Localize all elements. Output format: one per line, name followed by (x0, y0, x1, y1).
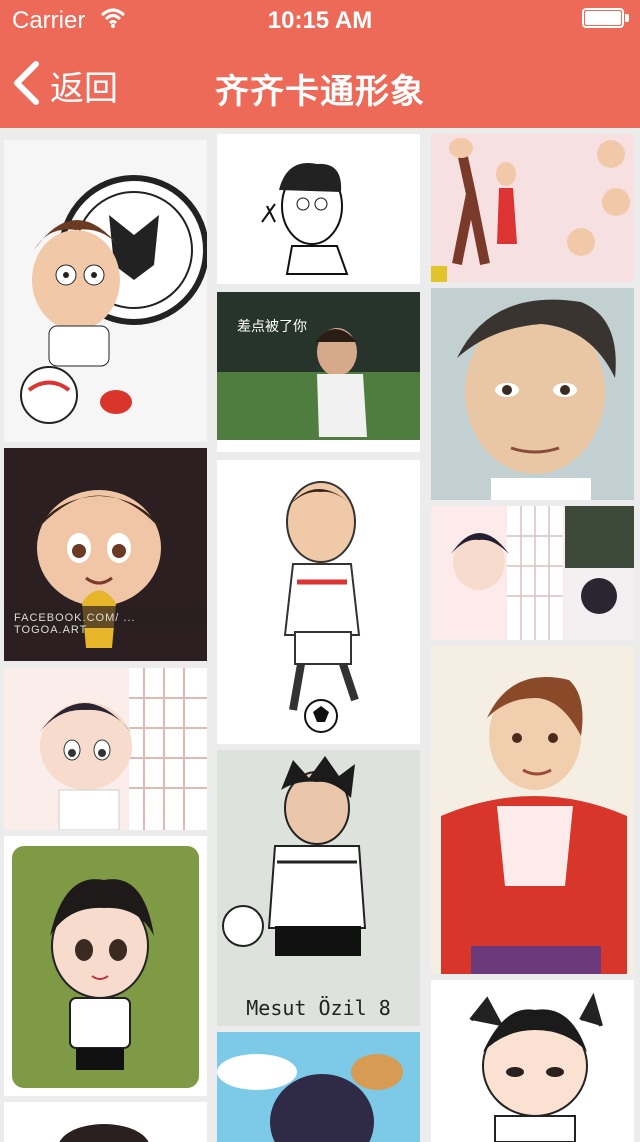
tile-overlay-text: 差点被了你 (237, 318, 307, 334)
image-tile[interactable]: FACEBOOK.COM/ ... TOGOA.ART (4, 448, 207, 661)
tile-caption: Mesut Özil 8 (246, 996, 391, 1020)
status-bar: Carrier 10:15 AM (0, 0, 640, 40)
battery-icon (582, 8, 630, 30)
image-tile[interactable]: Mesut Özil 8 (217, 750, 420, 1026)
image-tile[interactable] (431, 288, 634, 500)
image-tile[interactable] (217, 460, 420, 744)
navigation-bar: 返回 齐齐卡通形象 (0, 40, 640, 128)
image-tile[interactable] (431, 134, 634, 282)
image-tile[interactable] (4, 1102, 207, 1142)
image-tile[interactable] (217, 1032, 420, 1142)
image-tile[interactable] (431, 646, 634, 974)
tile-watermark: FACEBOOK.COM/ ... TOGOA.ART (14, 612, 136, 636)
image-tile[interactable] (4, 668, 207, 830)
page-title: 齐齐卡通形象 (215, 73, 425, 111)
clock: 10:15 AM (267, 7, 373, 34)
image-tile[interactable]: 差点被了你 (217, 292, 420, 452)
image-waterfall-grid: FACEBOOK.COM/ ... TOGOA.ART 差点被了你 Mesut … (0, 128, 640, 1142)
app-header: Carrier 10:15 AM 返回 齐齐卡通形象 (0, 0, 640, 128)
image-tile[interactable] (431, 980, 634, 1142)
image-tile[interactable] (4, 140, 207, 442)
image-tile[interactable] (217, 134, 420, 284)
image-tile[interactable] (4, 836, 207, 1096)
image-tile[interactable] (431, 506, 634, 640)
